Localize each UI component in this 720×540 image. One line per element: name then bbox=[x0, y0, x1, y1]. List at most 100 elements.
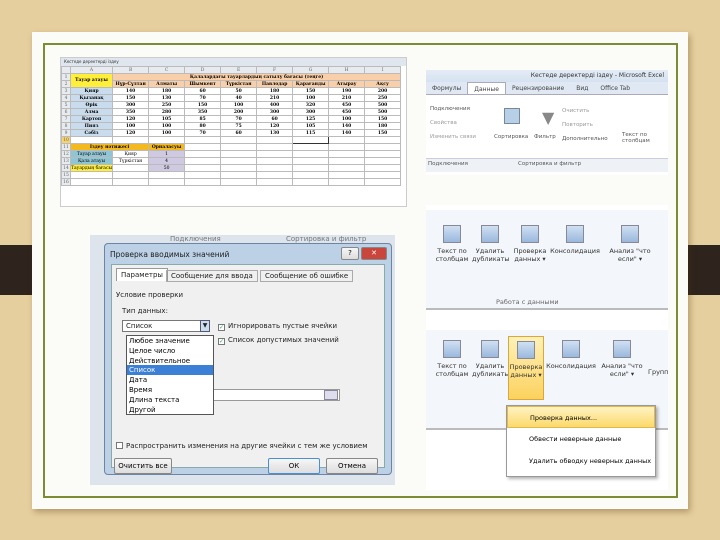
option[interactable]: Время bbox=[127, 385, 213, 395]
range-select-icon[interactable] bbox=[324, 390, 338, 400]
option[interactable]: Другой bbox=[127, 405, 213, 415]
option[interactable]: Длина текста bbox=[127, 395, 213, 405]
product-name-cell[interactable]: Қызанақ bbox=[69, 94, 114, 102]
remove-duplicates-button[interactable]: Удалить дубликаты bbox=[472, 225, 510, 263]
menu-item-clear-circles[interactable]: Удалить обводку неверных данных bbox=[507, 450, 655, 472]
price-cell[interactable]: 450 bbox=[328, 101, 366, 109]
price-cell[interactable]: 70 bbox=[184, 94, 222, 102]
price-cell[interactable]: 500 bbox=[364, 101, 402, 109]
data-type-select[interactable]: Список bbox=[122, 320, 210, 332]
option[interactable]: Любое значение bbox=[127, 336, 213, 346]
row-number[interactable]: 14 bbox=[61, 164, 71, 172]
price-cell[interactable]: 75 bbox=[220, 122, 258, 130]
price-cell[interactable]: 120 bbox=[112, 129, 150, 137]
close-icon[interactable]: ✕ bbox=[361, 247, 387, 260]
advanced-button[interactable]: Дополнительно bbox=[562, 132, 608, 146]
price-cell[interactable]: 80 bbox=[184, 122, 222, 130]
price-cell[interactable]: 105 bbox=[292, 122, 330, 130]
row-number[interactable]: 11 bbox=[61, 143, 71, 151]
text-to-columns-button[interactable]: Текст по столбцам bbox=[432, 340, 472, 378]
tab-view[interactable]: Вид bbox=[570, 82, 594, 94]
option[interactable]: Дата bbox=[127, 375, 213, 385]
column-header[interactable]: H bbox=[328, 66, 366, 74]
ok-button[interactable]: ОК bbox=[268, 458, 320, 474]
column-header[interactable]: G bbox=[292, 66, 330, 74]
price-cell[interactable]: 70 bbox=[184, 129, 222, 137]
column-header[interactable]: I bbox=[364, 66, 402, 74]
ignore-blank-checkbox[interactable]: ✓ Игнорировать пустые ячейки bbox=[218, 322, 337, 331]
properties-button[interactable]: Свойства bbox=[430, 116, 476, 130]
row-number[interactable]: 16 bbox=[61, 178, 71, 186]
price-cell[interactable]: 400 bbox=[256, 101, 294, 109]
connections-button[interactable]: Подключения bbox=[430, 102, 476, 116]
price-cell[interactable]: 250 bbox=[148, 101, 186, 109]
what-if-analysis-button[interactable]: Анализ "что если" ▾ bbox=[606, 225, 654, 263]
price-cell[interactable]: 300 bbox=[292, 108, 330, 116]
lookup-value[interactable] bbox=[112, 164, 150, 172]
price-cell[interactable]: 60 bbox=[184, 87, 222, 95]
filter-button[interactable]: Фильтр bbox=[534, 134, 556, 140]
price-cell[interactable]: 100 bbox=[148, 122, 186, 130]
price-cell[interactable]: 115 bbox=[292, 129, 330, 137]
data-validation-button-active[interactable]: Проверка данных ▾ bbox=[508, 336, 544, 400]
consolidate-button[interactable]: Консолидация bbox=[546, 340, 596, 370]
row-number[interactable]: 7 bbox=[61, 115, 71, 123]
row-number[interactable]: 12 bbox=[61, 150, 71, 158]
column-header[interactable]: A bbox=[69, 66, 114, 74]
price-cell[interactable]: 100 bbox=[292, 94, 330, 102]
price-cell[interactable]: 350 bbox=[184, 108, 222, 116]
price-cell[interactable]: 180 bbox=[256, 87, 294, 95]
price-cell[interactable]: 120 bbox=[256, 122, 294, 130]
cancel-button[interactable]: Отмена bbox=[326, 458, 378, 474]
row-number[interactable]: 13 bbox=[61, 157, 71, 165]
consolidate-button[interactable]: Консолидация bbox=[550, 225, 600, 255]
remove-duplicates-button[interactable]: Удалить дубликаты bbox=[472, 340, 510, 378]
price-cell[interactable]: 50 bbox=[220, 87, 258, 95]
price-cell[interactable]: 60 bbox=[256, 115, 294, 123]
clear-button[interactable]: Очистить bbox=[562, 104, 608, 118]
price-cell[interactable]: 500 bbox=[364, 108, 402, 116]
product-name-cell[interactable]: Алма bbox=[69, 108, 114, 116]
price-cell[interactable]: 40 bbox=[220, 94, 258, 102]
row-number[interactable]: 3 bbox=[61, 87, 71, 95]
price-cell[interactable]: 150 bbox=[364, 115, 402, 123]
row-number[interactable]: 9 bbox=[61, 129, 71, 137]
data-type-options-list[interactable]: Любое значение Целое число Действительно… bbox=[126, 335, 214, 415]
price-cell[interactable]: 70 bbox=[220, 115, 258, 123]
help-button[interactable]: ? bbox=[341, 247, 359, 260]
price-cell[interactable]: 140 bbox=[112, 87, 150, 95]
column-header[interactable]: F bbox=[256, 66, 294, 74]
price-cell[interactable]: 105 bbox=[148, 115, 186, 123]
option[interactable]: Действительное bbox=[127, 356, 213, 366]
price-cell[interactable]: 150 bbox=[184, 101, 222, 109]
apply-all-checkbox[interactable]: Распространить изменения на другие ячейк… bbox=[116, 442, 367, 450]
price-cell[interactable]: 190 bbox=[328, 87, 366, 95]
row-number[interactable]: 1 bbox=[61, 73, 71, 81]
column-header[interactable]: B bbox=[112, 66, 150, 74]
tab-error-alert[interactable]: Сообщение об ошибке bbox=[260, 270, 354, 282]
price-cell[interactable]: 300 bbox=[256, 108, 294, 116]
price-cell[interactable]: 200 bbox=[364, 87, 402, 95]
price-cell[interactable]: 150 bbox=[112, 94, 150, 102]
price-cell[interactable]: 320 bbox=[292, 101, 330, 109]
sort-button[interactable]: Сортировка bbox=[494, 134, 528, 140]
option-selected[interactable]: Список bbox=[127, 365, 213, 376]
product-name-cell[interactable]: Қияр bbox=[69, 87, 114, 95]
lookup-position[interactable]: 50 bbox=[148, 164, 186, 172]
what-if-analysis-button[interactable]: Анализ "что если" ▾ bbox=[600, 340, 644, 378]
price-cell[interactable]: 150 bbox=[364, 129, 402, 137]
row-number[interactable]: 10 bbox=[61, 136, 71, 144]
product-name-cell[interactable]: Картоп bbox=[69, 115, 114, 123]
row-number[interactable]: 4 bbox=[61, 94, 71, 102]
lookup-position[interactable]: 4 bbox=[148, 157, 186, 165]
price-cell[interactable]: 150 bbox=[292, 87, 330, 95]
price-cell[interactable]: 140 bbox=[328, 129, 366, 137]
in-cell-dropdown-checkbox[interactable]: ✓ Список допустимых значений bbox=[218, 336, 339, 345]
price-cell[interactable]: 350 bbox=[112, 108, 150, 116]
row-number[interactable]: 6 bbox=[61, 108, 71, 116]
row-number[interactable]: 15 bbox=[61, 171, 71, 179]
price-cell[interactable]: 100 bbox=[112, 122, 150, 130]
tab-parameters[interactable]: Параметры bbox=[116, 268, 168, 281]
clear-all-button[interactable]: Очистить все bbox=[114, 458, 172, 474]
row-number[interactable]: 2 bbox=[61, 80, 71, 88]
